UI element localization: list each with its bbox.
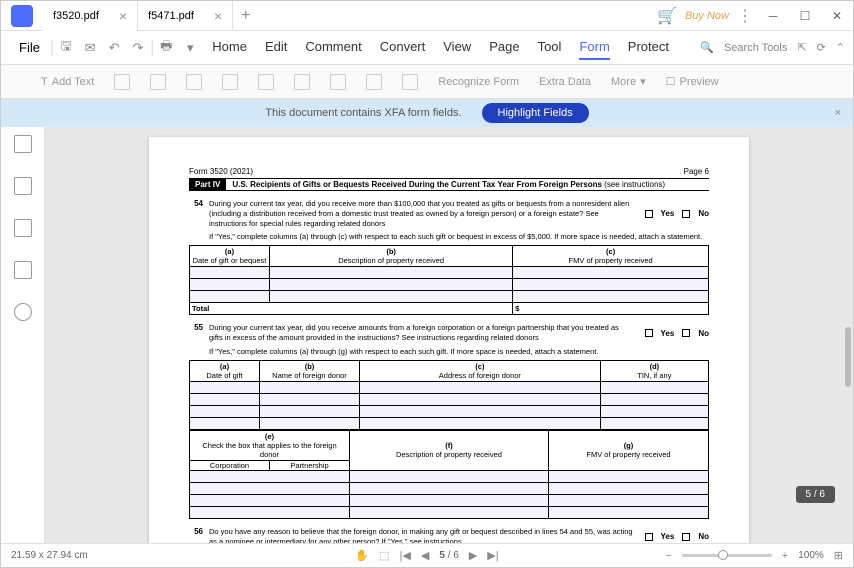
undo-icon[interactable]: ↶ <box>102 36 126 60</box>
pdf-page: Form 3520 (2021) Page 6 Part IV U.S. Rec… <box>149 137 749 543</box>
q54-yes-checkbox[interactable] <box>645 210 653 218</box>
preview-button[interactable]: ☐Preview <box>666 75 719 88</box>
menu-protect[interactable]: Protect <box>628 35 669 60</box>
attachments-icon[interactable] <box>14 261 32 279</box>
scrollbar-thumb[interactable] <box>845 327 851 387</box>
note55: If "Yes," complete columns (a) through (… <box>209 347 709 356</box>
q54-no-checkbox[interactable] <box>682 210 690 218</box>
table-55a: (a)Date of gift(b)Name of foreign donor(… <box>189 360 709 430</box>
bookmarks-icon[interactable] <box>14 177 32 195</box>
menu-edit[interactable]: Edit <box>265 35 287 60</box>
q56-num: 56 <box>189 527 209 543</box>
add-text-button[interactable]: TAdd Text <box>41 76 94 88</box>
search-panel-icon[interactable] <box>14 303 32 321</box>
field-icon-7[interactable] <box>330 74 346 90</box>
field-icon-6[interactable] <box>294 74 310 90</box>
search-icon[interactable]: 🔍 <box>700 41 714 54</box>
fit-icon[interactable]: ⊞ <box>834 549 843 562</box>
menu-view[interactable]: View <box>443 35 471 60</box>
minimize-button[interactable]: ─ <box>761 4 785 28</box>
first-page-icon[interactable]: |◀ <box>400 549 411 562</box>
menu-home[interactable]: Home <box>212 35 247 60</box>
page-indicator: 5 / 6 <box>796 486 835 503</box>
form-id: Form 3520 (2021) <box>189 167 253 176</box>
part-badge: Part IV <box>189 179 226 190</box>
tab-1-label: f3520.pdf <box>53 10 99 22</box>
menu-convert[interactable]: Convert <box>380 35 426 60</box>
new-tab-button[interactable]: + <box>233 7 258 25</box>
maximize-button[interactable]: ☐ <box>793 4 817 28</box>
zoom-value[interactable]: 100% <box>798 550 824 561</box>
comments-icon[interactable] <box>14 219 32 237</box>
print-icon[interactable]: 🖶 <box>154 36 178 60</box>
close-icon[interactable]: × <box>119 8 127 24</box>
hand-tool-icon[interactable]: ✋ <box>355 549 369 562</box>
search-tools[interactable]: Search Tools <box>724 42 787 54</box>
last-page-icon[interactable]: ▶| <box>487 549 498 562</box>
tab-2[interactable]: f5471.pdf × <box>138 1 233 31</box>
thumbnails-icon[interactable] <box>14 135 32 153</box>
menu-tool[interactable]: Tool <box>538 35 562 60</box>
field-icon-1[interactable] <box>114 74 130 90</box>
field-icon-2[interactable] <box>150 74 166 90</box>
note54: If "Yes," complete columns (a) through (… <box>209 232 709 241</box>
app-logo <box>11 5 33 27</box>
field-icon-8[interactable] <box>366 74 382 90</box>
page-dimensions: 21.59 x 27.94 cm <box>11 550 88 561</box>
highlight-fields-button[interactable]: Highlight Fields <box>482 103 589 123</box>
q55-num: 55 <box>189 323 209 343</box>
q55-no-checkbox[interactable] <box>682 329 690 337</box>
prev-page-icon[interactable]: ◀ <box>421 549 429 562</box>
menu-page[interactable]: Page <box>489 35 519 60</box>
save-icon[interactable]: 🖫 <box>54 36 78 60</box>
more-button[interactable]: More▾ <box>611 75 646 88</box>
field-icon-4[interactable] <box>222 74 238 90</box>
table-55b: (e)Check the box that applies to the for… <box>189 430 709 519</box>
q56-text: Do you have any reason to believe that t… <box>209 527 635 543</box>
menu-comment[interactable]: Comment <box>305 35 361 60</box>
q55-text: During your current tax year, did you re… <box>209 323 635 343</box>
mail-icon[interactable]: ✉ <box>78 36 102 60</box>
extra-data-button[interactable]: Extra Data <box>539 76 591 88</box>
select-tool-icon[interactable]: ⬚ <box>379 549 389 562</box>
page-num: Page 6 <box>684 167 709 176</box>
field-icon-5[interactable] <box>258 74 274 90</box>
sync-icon[interactable]: ⟳ <box>817 41 826 54</box>
field-icon-3[interactable] <box>186 74 202 90</box>
part-title: U.S. Recipients of Gifts or Bequests Rec… <box>226 179 671 190</box>
zoom-out-icon[interactable]: − <box>665 550 671 562</box>
menu-file[interactable]: File <box>9 40 50 55</box>
next-page-icon[interactable]: ▶ <box>469 549 477 562</box>
q56-no-checkbox[interactable] <box>682 533 690 541</box>
dropdown-icon[interactable]: ▾ <box>178 36 202 60</box>
q55-yes-checkbox[interactable] <box>645 329 653 337</box>
close-button[interactable]: ✕ <box>825 4 849 28</box>
zoom-slider[interactable] <box>682 554 772 557</box>
q56-yes-checkbox[interactable] <box>645 533 653 541</box>
zoom-in-icon[interactable]: + <box>782 550 788 562</box>
external-icon[interactable]: ⇱ <box>797 41 806 54</box>
menu-form[interactable]: Form <box>579 35 609 60</box>
tab-1[interactable]: f3520.pdf × <box>43 1 138 31</box>
field-icon-9[interactable] <box>402 74 418 90</box>
tab-2-label: f5471.pdf <box>148 10 194 22</box>
banner-close-icon[interactable]: × <box>835 107 841 119</box>
q54-text: During your current tax year, did you re… <box>209 199 635 228</box>
redo-icon[interactable]: ↷ <box>126 36 150 60</box>
chevron-icon[interactable]: ⌃ <box>836 41 845 54</box>
close-icon[interactable]: × <box>214 8 222 24</box>
buy-now-link[interactable]: Buy Now <box>685 10 729 22</box>
page-input[interactable]: 5 / 6 <box>439 550 458 561</box>
cart-icon[interactable]: 🛒 <box>657 6 677 26</box>
recognize-form-button[interactable]: Recognize Form <box>438 76 519 88</box>
kebab-icon[interactable]: ⋮ <box>737 6 753 26</box>
banner-msg: This document contains XFA form fields. <box>265 107 461 119</box>
q54-num: 54 <box>189 199 209 228</box>
table-54: (a)Date of gift or bequest(b)Description… <box>189 245 709 315</box>
